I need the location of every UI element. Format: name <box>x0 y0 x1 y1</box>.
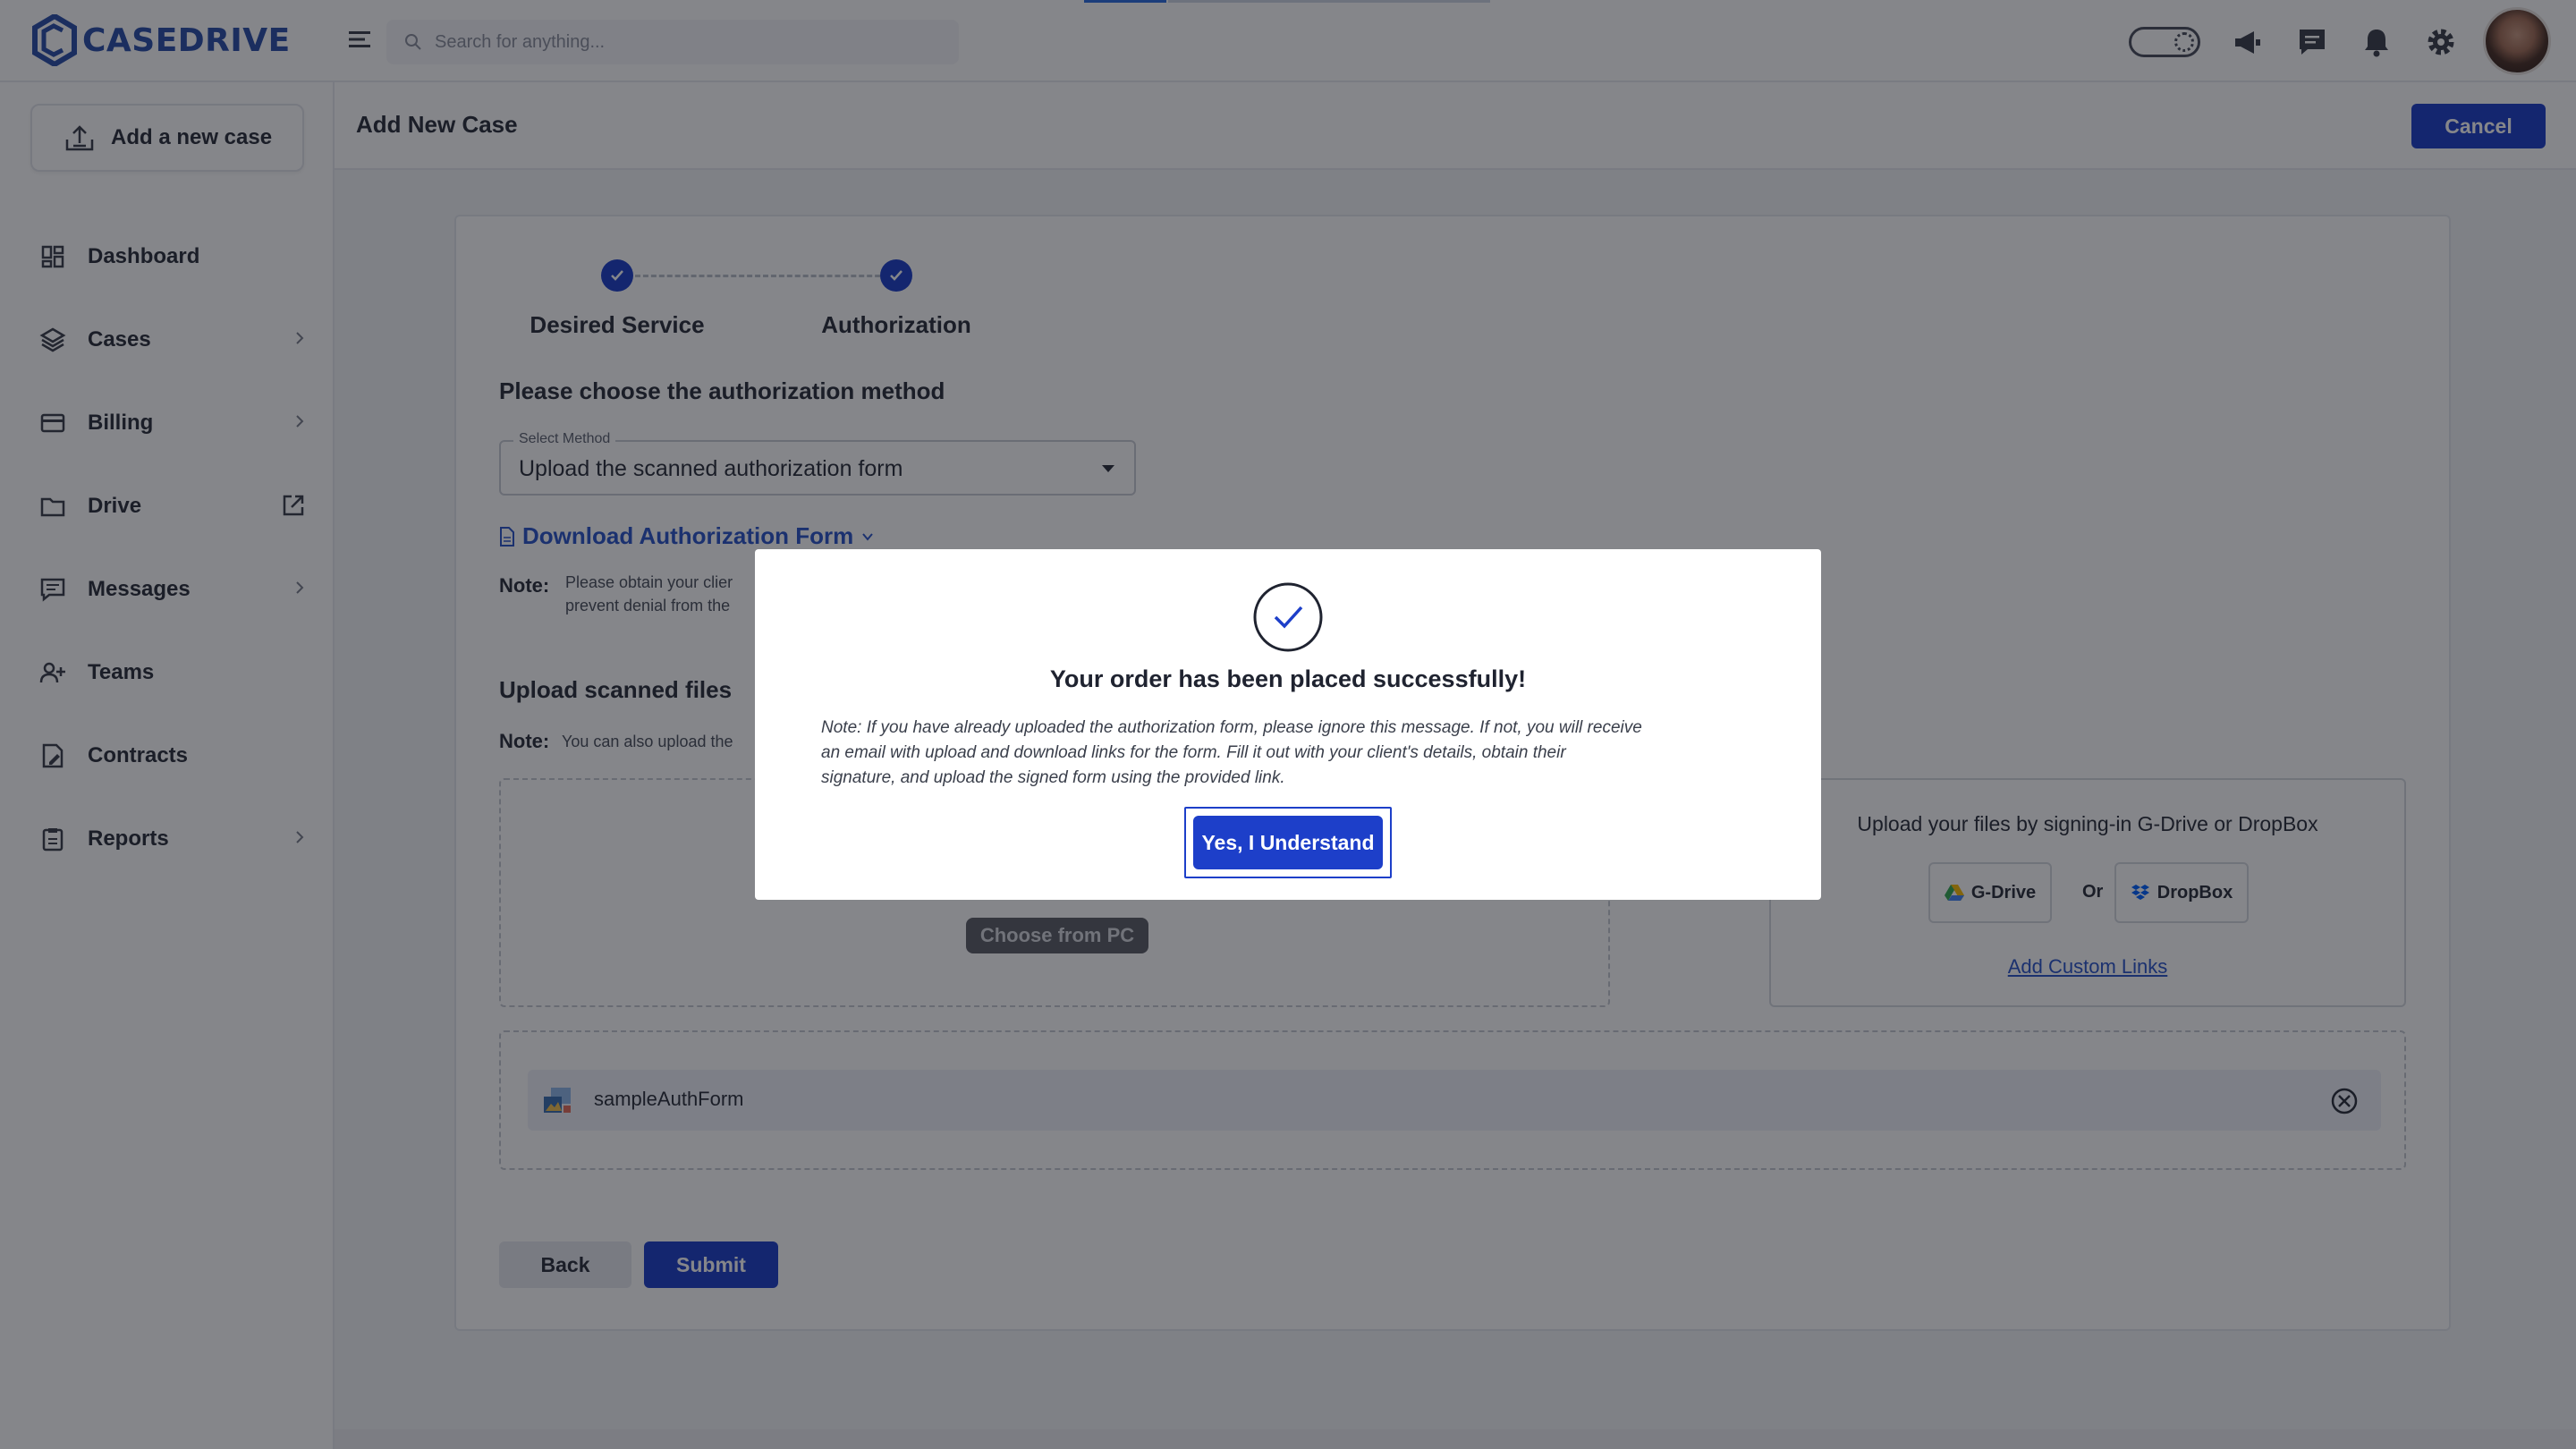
yes-i-understand-button[interactable]: Yes, I Understand <box>1193 816 1383 869</box>
modal-note-line-3: signature, and upload the signed form us… <box>821 768 1285 787</box>
order-success-modal: Your order has been placed successfully!… <box>755 549 1821 900</box>
modal-title: Your order has been placed successfully! <box>1049 665 1527 692</box>
modal-note-line-2: an email with upload and download links … <box>821 743 1566 762</box>
modal-note-line-1: Note: If you have already uploaded the a… <box>821 718 1642 737</box>
success-check-icon <box>1253 582 1323 652</box>
focus-ring: Yes, I Understand <box>1184 807 1392 878</box>
modal-note: Note: If you have already uploaded the a… <box>821 716 1760 791</box>
